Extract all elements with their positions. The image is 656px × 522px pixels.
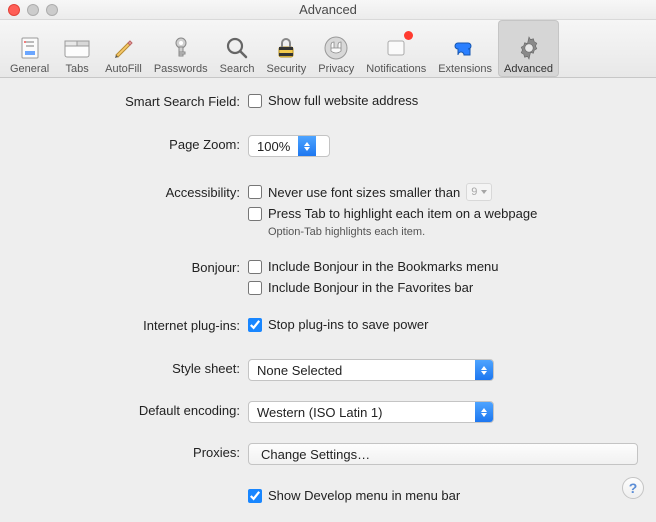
tabs-icon	[63, 34, 91, 62]
option-tab-note: Option-Tab highlights each item.	[248, 226, 638, 238]
checkbox-label: Press Tab to highlight each item on a we…	[268, 205, 537, 222]
press-tab-checkbox[interactable]: Press Tab to highlight each item on a we…	[248, 205, 638, 222]
bonjour-favorites-checkbox[interactable]: Include Bonjour in the Favorites bar	[248, 279, 638, 296]
style-sheet-select[interactable]: None Selected	[248, 359, 494, 381]
window-title: Advanced	[299, 2, 357, 17]
preferences-toolbar: General Tabs AutoFill Passwords Search S…	[0, 20, 656, 78]
tab-label: Security	[266, 63, 306, 75]
label-smart-search: Smart Search Field:	[18, 92, 248, 109]
tab-extensions[interactable]: Extensions	[432, 20, 498, 77]
minimize-window-button[interactable]	[27, 4, 39, 16]
advanced-gear-icon	[515, 34, 543, 62]
tab-privacy[interactable]: Privacy	[312, 20, 360, 77]
checkbox-label: Stop plug-ins to save power	[268, 316, 428, 333]
select-arrows-icon	[475, 360, 493, 380]
tab-search[interactable]: Search	[214, 20, 261, 77]
never-font-smaller-checkbox[interactable]	[248, 185, 262, 199]
tab-label: Tabs	[66, 63, 89, 75]
select-value: 100%	[249, 136, 298, 156]
tab-notifications[interactable]: Notifications	[360, 20, 432, 77]
title-bar: Advanced	[0, 0, 656, 20]
privacy-icon	[322, 34, 350, 62]
tab-label: Advanced	[504, 63, 553, 75]
button-label: Change Settings…	[261, 447, 370, 462]
select-arrows-icon	[475, 402, 493, 422]
checkbox-label: Never use font sizes smaller than	[268, 184, 460, 201]
tab-label: Extensions	[438, 63, 492, 75]
min-font-size-select[interactable]: 9	[466, 183, 492, 201]
tab-label: Privacy	[318, 63, 354, 75]
window-controls	[8, 4, 58, 16]
notifications-icon	[382, 34, 410, 62]
passwords-icon	[167, 34, 195, 62]
general-icon	[16, 34, 44, 62]
tab-label: General	[10, 63, 49, 75]
tab-advanced[interactable]: Advanced	[498, 20, 559, 77]
select-value: 9	[471, 184, 477, 201]
autofill-icon	[109, 34, 137, 62]
tab-security[interactable]: Security	[260, 20, 312, 77]
tab-tabs[interactable]: Tabs	[55, 20, 99, 77]
label-bonjour: Bonjour:	[18, 258, 248, 275]
label-default-encoding: Default encoding:	[18, 401, 248, 418]
help-icon: ?	[629, 480, 638, 496]
page-zoom-select[interactable]: 100%	[248, 135, 330, 157]
checkbox-label: Show Develop menu in menu bar	[268, 487, 460, 504]
checkbox-label: Show full website address	[268, 92, 418, 109]
label-plugins: Internet plug-ins:	[18, 316, 248, 333]
stop-plugins-checkbox[interactable]: Stop plug-ins to save power	[248, 316, 638, 333]
tab-label: Notifications	[366, 63, 426, 75]
label-page-zoom: Page Zoom:	[18, 135, 248, 152]
label-accessibility: Accessibility:	[18, 183, 248, 200]
select-value: Western (ISO Latin 1)	[249, 402, 475, 422]
default-encoding-select[interactable]: Western (ISO Latin 1)	[248, 401, 494, 423]
select-arrows-icon	[298, 136, 316, 156]
change-settings-button[interactable]: Change Settings…	[248, 443, 638, 465]
zoom-window-button[interactable]	[46, 4, 58, 16]
tab-autofill[interactable]: AutoFill	[99, 20, 148, 77]
label-style-sheet: Style sheet:	[18, 359, 248, 376]
search-icon	[223, 34, 251, 62]
checkbox-label: Include Bonjour in the Bookmarks menu	[268, 258, 499, 275]
advanced-pane: Smart Search Field: Show full website ad…	[0, 78, 656, 522]
tab-general[interactable]: General	[4, 20, 55, 77]
show-full-address-checkbox[interactable]: Show full website address	[248, 92, 638, 109]
tab-label: AutoFill	[105, 63, 142, 75]
chevron-down-icon	[481, 190, 487, 194]
bonjour-bookmarks-checkbox[interactable]: Include Bonjour in the Bookmarks menu	[248, 258, 638, 275]
help-button[interactable]: ?	[622, 477, 644, 499]
tab-label: Passwords	[154, 63, 208, 75]
checkbox-label: Include Bonjour in the Favorites bar	[268, 279, 473, 296]
select-value: None Selected	[249, 360, 475, 380]
label-proxies: Proxies:	[18, 443, 248, 460]
security-icon	[272, 34, 300, 62]
close-window-button[interactable]	[8, 4, 20, 16]
show-develop-menu-checkbox[interactable]: Show Develop menu in menu bar	[248, 487, 638, 504]
extensions-icon	[451, 34, 479, 62]
tab-label: Search	[220, 63, 255, 75]
tab-passwords[interactable]: Passwords	[148, 20, 214, 77]
